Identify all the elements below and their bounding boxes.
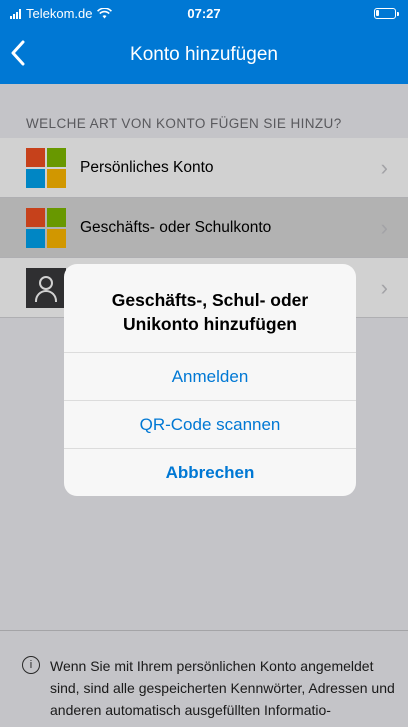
add-account-alert: Geschäfts-, Schul- oder Unikonto hinzufü…: [64, 264, 356, 496]
status-bar: Telekom.de 07:27: [0, 0, 408, 28]
page-title: Konto hinzufügen: [130, 44, 278, 65]
navigation-bar: Konto hinzufügen: [0, 28, 408, 84]
status-time: 07:27: [187, 6, 221, 21]
sign-in-button[interactable]: Anmelden: [64, 352, 356, 400]
alert-title: Geschäfts-, Schul- oder Unikonto hinzufü…: [111, 290, 309, 334]
battery-icon: [374, 8, 399, 19]
cancel-button[interactable]: Abbrechen: [64, 448, 356, 496]
top-bar: Telekom.de 07:27 Konto hinzufügen: [0, 0, 408, 84]
scan-qr-code-button[interactable]: QR-Code scannen: [64, 400, 356, 448]
